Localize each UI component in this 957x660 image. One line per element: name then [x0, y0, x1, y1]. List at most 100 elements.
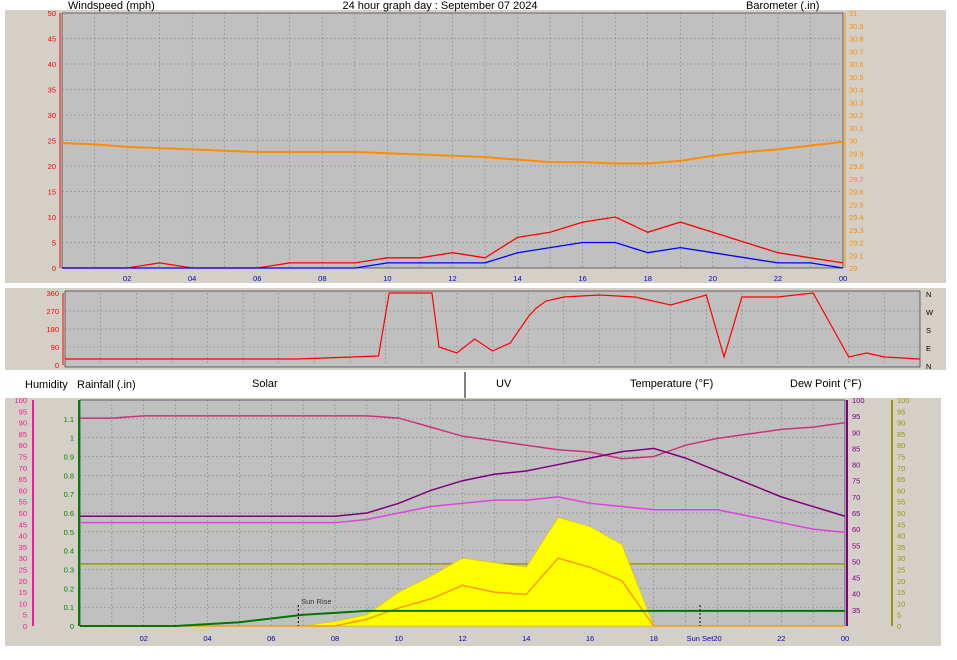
temperature-tick-label: 80	[852, 461, 860, 470]
windspeed-tick-label: 40	[48, 60, 56, 69]
dewpoint-tick-label: 65	[897, 475, 905, 484]
solar-label: Solar	[252, 378, 278, 390]
hour-tick-label: 06	[267, 634, 275, 643]
hour-tick-label: 22	[774, 274, 782, 283]
barometer-tick-label: 30.7	[849, 47, 864, 56]
compass-tick-label: N	[926, 362, 931, 371]
dewpoint-tick-label: 40	[897, 532, 905, 541]
rainfall-tick-label: 0	[70, 622, 74, 631]
humidity-tick-label: 85	[19, 430, 27, 439]
temperature-tick-label: 55	[852, 541, 860, 550]
humidity-tick-label: 0	[23, 622, 27, 631]
dewpoint-tick-label: 60	[897, 486, 905, 495]
humidity-tick-label: 60	[19, 486, 27, 495]
dewpoint-tick-label: 15	[897, 588, 905, 597]
windspeed-tick-label: 10	[48, 213, 56, 222]
dewpoint-tick-label: 85	[897, 430, 905, 439]
hour-tick-label: 10	[395, 634, 403, 643]
humidity-tick-label: 35	[19, 543, 27, 552]
hour-tick-label: 04	[203, 634, 211, 643]
hour-tick-label: 06	[253, 274, 261, 283]
dewpoint-tick-label: 100	[897, 396, 910, 405]
hour-tick-label: 10	[383, 274, 391, 283]
dewpoint-tick-label: 0	[897, 622, 901, 631]
temperature-tick-label: 65	[852, 509, 860, 518]
temperature-tick-label: 50	[852, 557, 860, 566]
dewpoint-tick-label: 50	[897, 509, 905, 518]
humidity-tick-label: 20	[19, 577, 27, 586]
dewpoint-tick-label: 80	[897, 441, 905, 450]
humidity-tick-label: 50	[19, 509, 27, 518]
humidity-tick-label: 45	[19, 520, 27, 529]
barometer-tick-label: 29.6	[849, 188, 864, 197]
hour-tick-label: 12	[448, 274, 456, 283]
temperature-tick-label: 35	[852, 606, 860, 615]
hour-tick-label: 00	[841, 634, 849, 643]
windspeed-tick-label: 15	[48, 188, 56, 197]
hour-tick-label: 18	[650, 634, 658, 643]
rainfall-tick-label: 0.3	[64, 566, 74, 575]
temperature-tick-label: 100	[852, 396, 865, 405]
rainfall-tick-label: 0.4	[64, 547, 74, 556]
barometer-tick-label: 30.9	[849, 22, 864, 31]
temperature-tick-label: 60	[852, 525, 860, 534]
barometer-tick-label: 29.5	[849, 200, 864, 209]
rainfall-tick-label: 1.1	[64, 415, 74, 424]
temperature-tick-label: 95	[852, 412, 860, 421]
barometer-tick-label: 29.8	[849, 162, 864, 171]
rainfall-tick-label: 1	[70, 434, 74, 443]
dewpoint-tick-label: 30	[897, 554, 905, 563]
direction-tick-label: 270	[46, 307, 59, 316]
temperature-tick-label: 40	[852, 590, 860, 599]
barometer-tick-label: 30.4	[849, 86, 864, 95]
dewpoint-tick-label: 5	[897, 611, 901, 620]
humidity-tick-label: 80	[19, 441, 27, 450]
rainfall-tick-label: 0.9	[64, 453, 74, 462]
hour-tick-label: 02	[140, 634, 148, 643]
barometer-tick-label: 30	[849, 137, 857, 146]
barometer-tick-label: 30.5	[849, 73, 864, 82]
direction-tick-label: 0	[55, 361, 59, 370]
barometer-tick-label: 29.4	[849, 213, 864, 222]
weather-24h-graph: 05101520253035404550 2929.129.229.329.42…	[0, 0, 957, 646]
barometer-tick-label: 29.7	[849, 175, 864, 184]
hour-tick-label: 16	[578, 274, 586, 283]
temperature-tick-label: 90	[852, 428, 860, 437]
hour-tick-label: 08	[318, 274, 326, 283]
temperature-tick-label: 70	[852, 493, 860, 502]
rainfall-tick-label: 0.8	[64, 471, 74, 480]
direction-tick-label: 360	[46, 289, 59, 298]
humidity-tick-label: 15	[19, 588, 27, 597]
sunrise-label: Sun Rise	[301, 597, 331, 606]
rainfall-axis-label: Rainfall (.in)	[77, 379, 136, 391]
barometer-tick-label: 30.8	[849, 35, 864, 44]
dewpoint-tick-label: 70	[897, 464, 905, 473]
uv-label: UV	[496, 378, 512, 390]
windspeed-tick-label: 20	[48, 162, 56, 171]
barometer-tick-label: 29.1	[849, 251, 864, 260]
hour-tick-label: 00	[839, 274, 847, 283]
dewpoint-tick-label: 25	[897, 566, 905, 575]
compass-tick-label: W	[926, 308, 934, 317]
humidity-tick-label: 65	[19, 475, 27, 484]
barometer-tick-label: 29	[849, 264, 857, 273]
direction-tick-label: 90	[51, 343, 59, 352]
windspeed-tick-label: 45	[48, 35, 56, 44]
hour-tick-label: 12	[458, 634, 466, 643]
humidity-tick-label: 30	[19, 554, 27, 563]
humidity-tick-label: 100	[14, 396, 27, 405]
windspeed-tick-label: 5	[52, 239, 56, 248]
hour-tick-label: 08	[331, 634, 339, 643]
dewpoint-tick-label: 45	[897, 520, 905, 529]
windspeed-tick-label: 25	[48, 137, 56, 146]
hour-tick-label: 14	[522, 634, 530, 643]
humidity-tick-label: 5	[23, 611, 27, 620]
hour-tick-label: 22	[777, 634, 785, 643]
humidity-tick-label: 75	[19, 453, 27, 462]
windspeed-tick-label: 30	[48, 111, 56, 120]
hour-tick-label: 14	[513, 274, 521, 283]
barometer-tick-label: 31	[849, 9, 857, 18]
dewpoint-tick-label: 55	[897, 498, 905, 507]
windspeed-axis-label: Windspeed (mph)	[68, 0, 155, 12]
compass-tick-label: E	[926, 344, 931, 353]
